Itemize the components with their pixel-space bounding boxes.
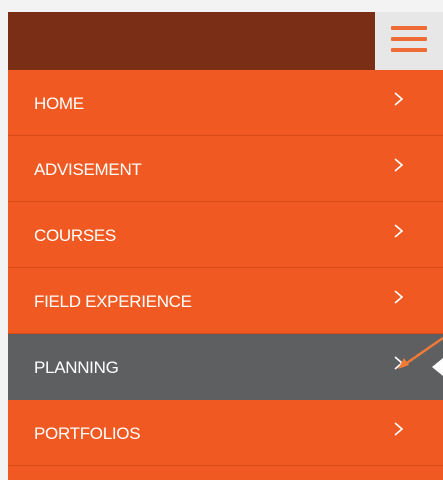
menu-item-label: FIELD EXPERIENCE: [34, 292, 192, 311]
menu-item-label: PORTFOLIOS: [34, 424, 141, 443]
chevron-right-icon: [394, 422, 403, 436]
menu-toggle-button[interactable]: [375, 12, 443, 70]
menu-item-courses[interactable]: COURSES: [8, 202, 443, 268]
menu-header: [8, 12, 443, 70]
menu-item-home[interactable]: HOME: [8, 70, 443, 136]
hamburger-icon: [391, 26, 427, 30]
menu-item-label: HOME: [34, 94, 84, 113]
menu-item-label: COURSES: [34, 226, 116, 245]
menu-item-portfolios[interactable]: PORTFOLIOS: [8, 400, 443, 466]
menu-item-advisement[interactable]: ADVISEMENT: [8, 136, 443, 202]
navigation-menu: HOME ADVISEMENT COURSES FIELD EXPERIENCE…: [8, 12, 443, 480]
menu-item-field-experience[interactable]: FIELD EXPERIENCE: [8, 268, 443, 334]
chevron-right-icon: [394, 290, 403, 304]
chevron-right-icon: [394, 158, 403, 172]
chevron-right-icon: [394, 224, 403, 238]
chevron-right-icon: [394, 92, 403, 106]
menu-list: HOME ADVISEMENT COURSES FIELD EXPERIENCE…: [8, 70, 443, 466]
menu-item-label: ADVISEMENT: [34, 160, 142, 179]
chevron-right-icon: [394, 356, 403, 370]
menu-item-planning[interactable]: PLANNING: [8, 334, 443, 400]
menu-item-label: PLANNING: [34, 358, 119, 377]
active-indicator-pointer: [432, 358, 443, 376]
